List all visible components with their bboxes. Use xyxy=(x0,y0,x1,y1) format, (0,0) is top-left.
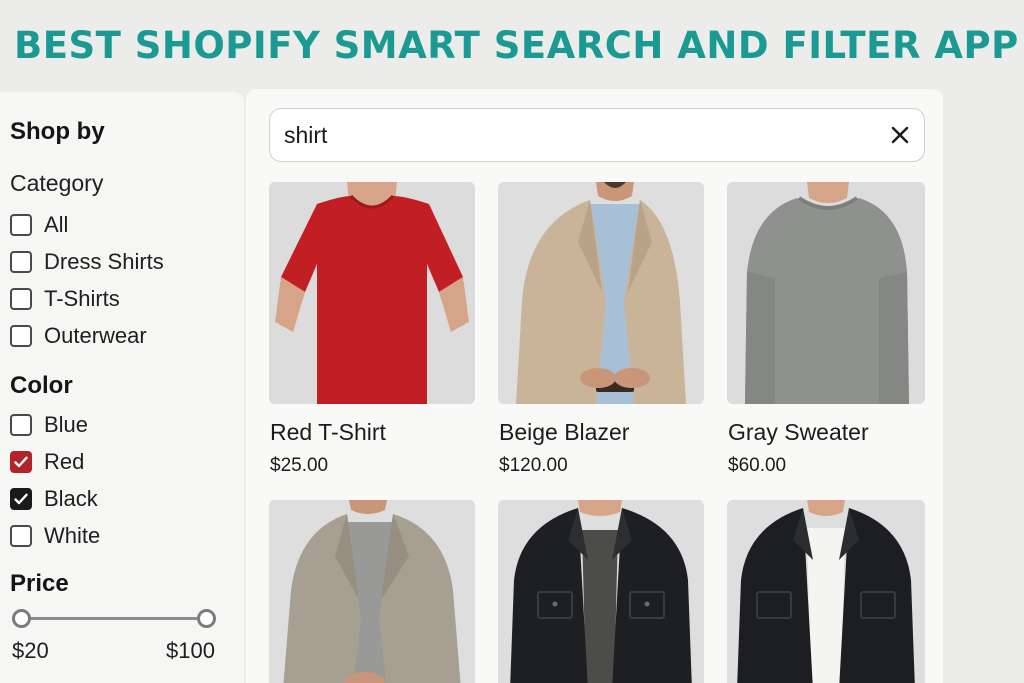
search-bar[interactable] xyxy=(269,108,925,162)
category-heading: Category xyxy=(10,170,104,196)
product-image[interactable] xyxy=(727,182,925,404)
color-option-black[interactable]: Black xyxy=(10,486,98,512)
category-option-outerwear[interactable]: Outerwear xyxy=(10,323,147,349)
color-option-blue[interactable]: Blue xyxy=(10,412,88,438)
product-card[interactable] xyxy=(727,500,925,683)
product-image[interactable] xyxy=(269,182,475,404)
checkbox[interactable] xyxy=(10,288,32,310)
black-denim-jacket-photo xyxy=(498,500,704,683)
option-label: Outerwear xyxy=(44,323,147,348)
product-price: $60.00 xyxy=(728,455,787,476)
category-option-dress-shirts[interactable]: Dress Shirts xyxy=(10,249,164,275)
black-jacket-white-tee-photo xyxy=(727,500,925,683)
checkmark-icon xyxy=(14,493,28,505)
banner-title: BEST SHOPIFY SMART SEARCH AND FILTER APP xyxy=(14,24,1019,67)
checkbox-checked[interactable] xyxy=(10,488,32,510)
product-card-red-t-shirt[interactable]: Red T-Shirt $25.00 xyxy=(269,182,475,482)
checkbox[interactable] xyxy=(10,325,32,347)
product-name[interactable]: Red T-Shirt xyxy=(270,419,386,446)
option-label: All xyxy=(44,212,69,237)
close-icon[interactable] xyxy=(888,123,912,147)
option-label: Dress Shirts xyxy=(44,249,164,274)
product-image[interactable] xyxy=(498,500,704,683)
product-price: $120.00 xyxy=(499,455,568,476)
price-min-handle[interactable] xyxy=(12,609,31,628)
category-option-all[interactable]: All xyxy=(10,212,68,238)
checkmark-icon xyxy=(14,456,28,468)
price-heading: Price xyxy=(10,570,69,597)
price-max-handle[interactable] xyxy=(197,609,216,628)
checkbox[interactable] xyxy=(10,525,32,547)
option-label: T-Shirts xyxy=(44,286,120,311)
price-min-value: $20 xyxy=(12,638,49,663)
product-card-beige-blazer[interactable]: Beige Blazer $120.00 xyxy=(498,182,704,482)
product-image[interactable] xyxy=(269,500,475,683)
product-name[interactable]: Beige Blazer xyxy=(499,419,629,446)
product-price: $25.00 xyxy=(270,455,329,476)
search-input[interactable] xyxy=(284,119,864,151)
gray-sweater-photo xyxy=(727,182,925,404)
product-card-gray-sweater[interactable]: Gray Sweater $60.00 xyxy=(727,182,925,482)
option-label: Red xyxy=(44,449,85,474)
price-range-slider[interactable] xyxy=(12,608,216,628)
checkbox[interactable] xyxy=(10,214,32,236)
gray-blazer-photo xyxy=(269,500,475,683)
product-name[interactable]: Gray Sweater xyxy=(728,419,869,446)
results-panel: Red T-Shirt $25.00 xyxy=(246,89,943,683)
checkbox-checked[interactable] xyxy=(10,451,32,473)
red-t-shirt-photo xyxy=(269,182,475,404)
category-option-t-shirts[interactable]: T-Shirts xyxy=(10,286,120,312)
product-image[interactable] xyxy=(727,500,925,683)
beige-blazer-photo xyxy=(498,182,704,404)
option-label: White xyxy=(44,523,101,548)
option-label: Black xyxy=(44,486,98,511)
product-card[interactable] xyxy=(269,500,475,683)
checkbox[interactable] xyxy=(10,414,32,436)
color-heading: Color xyxy=(10,372,73,399)
slider-track[interactable] xyxy=(22,617,206,620)
price-max-value: $100 xyxy=(166,638,215,663)
color-option-white[interactable]: White xyxy=(10,523,100,549)
product-image[interactable] xyxy=(498,182,704,404)
shop-by-heading: Shop by xyxy=(10,118,105,145)
product-card[interactable] xyxy=(498,500,704,683)
color-option-red[interactable]: Red xyxy=(10,449,84,475)
filter-sidebar: Shop by Category All Dress Shirts T-Shir… xyxy=(0,92,244,683)
app-page: BEST SHOPIFY SMART SEARCH AND FILTER APP… xyxy=(0,0,1024,683)
checkbox[interactable] xyxy=(10,251,32,273)
option-label: Blue xyxy=(44,412,89,437)
